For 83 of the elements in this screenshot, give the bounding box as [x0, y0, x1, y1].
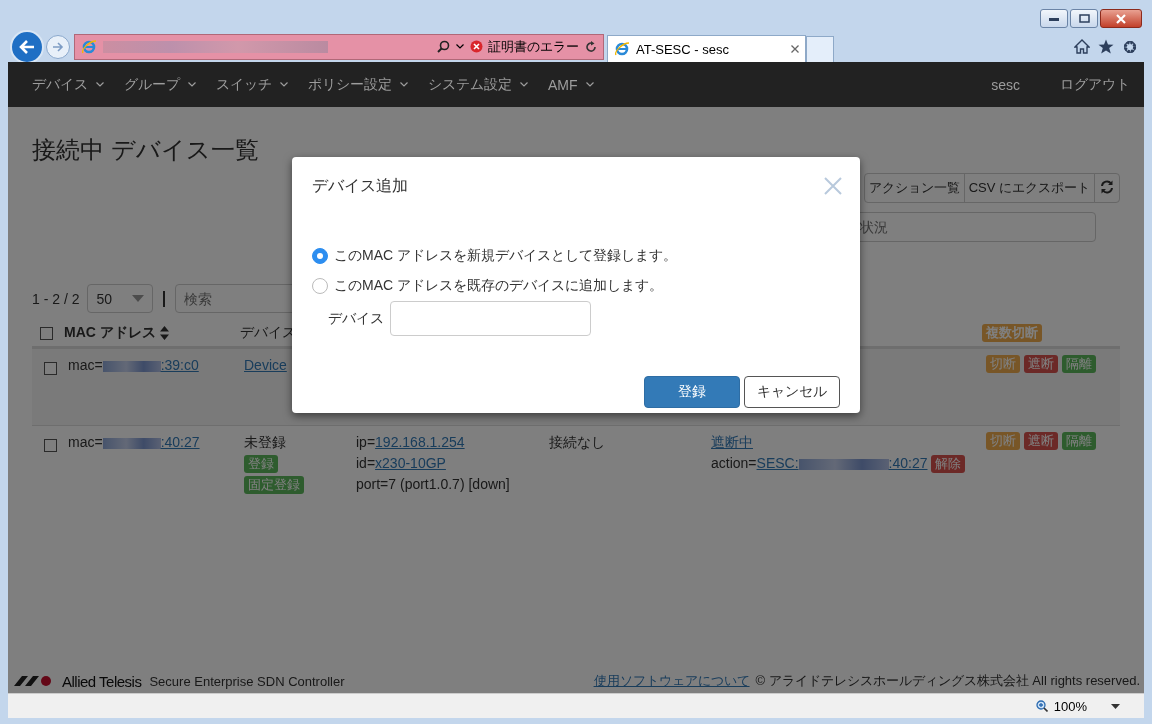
dialog-title: デバイス追加 [312, 176, 408, 196]
address-bar[interactable]: 証明書のエラー [74, 33, 604, 60]
ie-logo-icon [81, 38, 97, 55]
mac-label: mac= [68, 357, 103, 373]
refresh-icon[interactable] [585, 40, 597, 53]
register-button[interactable]: 登録 [644, 376, 740, 408]
brand-name: Allied Telesis [62, 672, 142, 690]
caret-icon [456, 44, 464, 49]
action-link[interactable]: SESC: :40:27 [756, 455, 928, 471]
ip-label: ip= [356, 434, 376, 450]
switch-id-link[interactable]: x230-10GP [375, 455, 446, 471]
blurred-text [102, 360, 161, 372]
zoom-icon[interactable] [1035, 700, 1048, 712]
logout-link[interactable]: ログアウト [1050, 62, 1140, 107]
port-text: port=7 (port1.0.7) [down] [356, 475, 511, 494]
nav-menu[interactable]: AMF [538, 62, 604, 107]
column-header[interactable]: MAC アドレス [64, 324, 156, 342]
row-checkbox[interactable] [44, 439, 57, 452]
action-button[interactable]: 遮断 [1024, 355, 1058, 373]
caret-icon [132, 295, 145, 302]
home-icon[interactable] [1074, 38, 1090, 54]
caret-icon [188, 82, 196, 87]
caret-icon [520, 82, 528, 87]
toolbar-button[interactable]: CSV にエクスポート [963, 173, 1095, 203]
copyright-text: © アライドテレシスホールディングス株式会社 All rights reserved. [755, 672, 1140, 690]
ip-link[interactable]: 192.168.1.254 [375, 434, 465, 450]
device-field[interactable] [390, 301, 591, 336]
mac-link[interactable]: :39:c0 [102, 357, 199, 373]
nav-menu[interactable]: デバイス [22, 62, 114, 107]
error-icon[interactable] [470, 40, 483, 53]
minimize-icon [1049, 16, 1059, 21]
caret-icon[interactable] [1111, 703, 1120, 709]
zoom-level[interactable]: 100% [1053, 698, 1087, 714]
nav-menu[interactable]: ポリシー設定 [298, 62, 418, 107]
page-title: 接続中 デバイス一覧 [32, 135, 260, 165]
action-button[interactable]: 遮断 [1024, 432, 1058, 450]
back-arrow-icon [19, 39, 35, 54]
action-label: action= [711, 455, 757, 471]
block-status-link[interactable]: 遮断中 [711, 434, 753, 450]
row-checkbox[interactable] [44, 362, 57, 375]
settings-icon[interactable] [1122, 38, 1138, 55]
user-name[interactable]: sesc [981, 62, 1030, 107]
cancel-button[interactable]: キャンセル [744, 376, 840, 408]
release-button[interactable]: 解除 [931, 455, 966, 473]
maximize-button[interactable] [1070, 9, 1098, 28]
product-name: Secure Enterprise SDN Controller [149, 673, 345, 689]
ie-logo-icon [614, 41, 630, 57]
radio-button[interactable] [312, 278, 328, 294]
radio-button[interactable] [312, 248, 328, 264]
logo-icon [14, 675, 54, 687]
mac-label: mac= [68, 434, 103, 450]
browser-tab[interactable]: AT-SESC - sesc [607, 35, 806, 62]
close-icon [1115, 13, 1127, 24]
star-icon[interactable] [1098, 38, 1114, 54]
caret-icon [400, 82, 408, 87]
device-link[interactable]: Device [244, 357, 287, 373]
minimize-button[interactable] [1040, 9, 1068, 28]
forward-arrow-icon [52, 41, 64, 52]
nav-menu[interactable]: スイッチ [206, 62, 298, 107]
certificate-error-text[interactable]: 証明書のエラー [488, 37, 579, 56]
select-all-checkbox[interactable] [40, 326, 53, 340]
caret-icon [585, 82, 594, 87]
close-button[interactable] [1100, 9, 1142, 28]
refresh-icon [1100, 179, 1114, 194]
nav-menu[interactable]: グループ [114, 62, 206, 107]
result-range: 1 - 2 / 2 [32, 290, 80, 307]
connection-status: 接続なし [549, 434, 605, 450]
refresh-button[interactable] [1094, 173, 1120, 203]
id-label: id= [356, 455, 376, 471]
blurred-text [102, 437, 161, 449]
search-icon[interactable] [437, 40, 450, 53]
mac-link[interactable]: :40:27 [102, 434, 200, 450]
radio-label[interactable]: このMAC アドレスを新規デバイスとして登録します。 [334, 247, 677, 265]
software-link[interactable]: 使用ソフトウェアについて [593, 672, 750, 690]
sort-icon[interactable] [159, 326, 169, 340]
maximize-icon [1078, 14, 1090, 23]
caret-icon [280, 82, 288, 87]
page-size-select[interactable]: 50 [87, 284, 154, 313]
caret-icon [96, 82, 104, 87]
nav-menu[interactable]: システム設定 [418, 62, 538, 107]
back-button[interactable] [10, 29, 44, 64]
close-icon[interactable] [791, 45, 799, 53]
registration-status: 未登録 [244, 433, 286, 452]
